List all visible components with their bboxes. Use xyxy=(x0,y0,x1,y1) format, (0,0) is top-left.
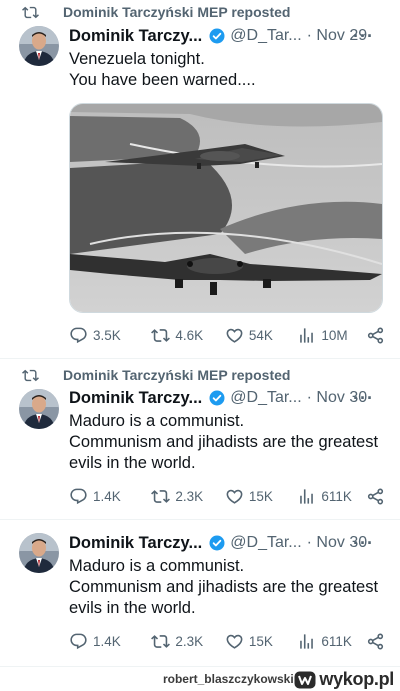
avatar[interactable] xyxy=(19,26,59,66)
verified-badge-icon xyxy=(209,28,225,44)
views-icon xyxy=(300,633,314,649)
views-button[interactable]: 10M xyxy=(297,326,366,345)
share-icon xyxy=(367,327,384,343)
tweet-header: Dominik Tarczy... @D_Tar... · Nov 29 ··· xyxy=(69,25,390,47)
views-button[interactable]: 611K xyxy=(297,632,366,651)
more-icon[interactable]: ··· xyxy=(353,388,374,409)
tweet-text-line: evils in the world. xyxy=(69,454,196,472)
tweet-text-line: You have been warned.... xyxy=(69,71,256,89)
repost-button[interactable]: 2.3K xyxy=(151,487,225,506)
repost-label[interactable]: Dominik Tarczyński MEP reposted xyxy=(63,4,290,20)
action-bar: 1.4K 2.3K 15K 611K xyxy=(69,630,385,652)
repost-label[interactable]: Dominik Tarczyński MEP reposted xyxy=(63,367,290,383)
reply-button[interactable]: 3.5K xyxy=(69,326,151,345)
like-icon xyxy=(226,328,243,343)
tweet-header: Dominik Tarczy... @D_Tar... · Nov 30 ··· xyxy=(69,532,390,554)
handle[interactable]: @D_Tar... xyxy=(230,27,301,45)
verified-badge-icon xyxy=(209,535,225,551)
like-button[interactable]: 54K xyxy=(225,326,298,345)
like-button[interactable]: 15K xyxy=(225,632,298,651)
repost-icon xyxy=(151,489,171,503)
action-bar: 3.5K 4.6K 54K 10M xyxy=(69,324,385,346)
views-count: 10M xyxy=(321,327,348,343)
more-icon[interactable]: ··· xyxy=(353,533,374,554)
tweet-1[interactable]: Dominik Tarczyński MEP reposted Dominik … xyxy=(0,0,400,358)
repost-indicator: Dominik Tarczyński MEP reposted xyxy=(22,365,290,385)
tweet-image[interactable] xyxy=(69,103,383,313)
reply-count: 1.4K xyxy=(93,633,121,649)
repost-button[interactable]: 4.6K xyxy=(151,326,225,345)
repost-icon xyxy=(151,328,171,342)
display-name[interactable]: Dominik Tarczy... xyxy=(69,534,202,553)
reply-icon xyxy=(70,488,87,504)
views-button[interactable]: 611K xyxy=(297,487,366,506)
reply-count: 3.5K xyxy=(93,327,121,343)
repost-button[interactable]: 2.3K xyxy=(151,632,225,651)
share-button[interactable] xyxy=(366,487,385,506)
like-icon xyxy=(226,634,243,649)
more-icon[interactable]: ··· xyxy=(353,26,374,47)
watermark-username: robert_blaszczykowski z xyxy=(162,672,303,686)
repost-count: 2.3K xyxy=(175,488,204,504)
tweet-text-line: Communism and jihadists are the greatest xyxy=(69,578,379,596)
reply-button[interactable]: 1.4K xyxy=(69,632,151,651)
views-count: 611K xyxy=(321,633,352,649)
tweet-2[interactable]: Dominik Tarczyński MEP reposted Dominik … xyxy=(0,359,400,519)
views-icon xyxy=(300,327,314,343)
share-button[interactable] xyxy=(366,326,385,345)
views-count: 611K xyxy=(321,488,352,504)
like-icon xyxy=(226,489,243,504)
repost-indicator: Dominik Tarczyński MEP reposted xyxy=(22,2,290,22)
tweet-text: Maduro is a communist. Communism and jih… xyxy=(69,556,386,619)
reply-count: 1.4K xyxy=(93,488,121,504)
repost-icon xyxy=(151,634,171,648)
reply-icon xyxy=(70,327,87,343)
handle[interactable]: @D_Tar... xyxy=(230,389,301,407)
like-count: 15K xyxy=(248,488,273,504)
share-icon xyxy=(367,633,384,649)
like-count: 15K xyxy=(248,633,273,649)
like-count: 54K xyxy=(248,327,273,343)
repost-icon xyxy=(22,6,39,18)
tweet-text: Maduro is a communist. Communism and jih… xyxy=(69,411,386,474)
display-name[interactable]: Dominik Tarczy... xyxy=(69,389,202,408)
views-icon xyxy=(300,488,314,504)
reply-icon xyxy=(70,633,87,649)
display-name[interactable]: Dominik Tarczy... xyxy=(69,27,202,46)
wykop-logo-icon xyxy=(294,671,316,688)
avatar[interactable] xyxy=(19,389,59,429)
tweet-text-line: Venezuela tonight. xyxy=(69,50,205,68)
tweet-3[interactable]: Dominik Tarczy... @D_Tar... · Nov 30 ···… xyxy=(0,520,400,666)
reply-button[interactable]: 1.4K xyxy=(69,487,151,506)
tweet-text: Venezuela tonight. You have been warned.… xyxy=(69,49,386,91)
action-bar: 1.4K 2.3K 15K 611K xyxy=(69,485,385,507)
tweet-text-line: Maduro is a communist. xyxy=(69,412,245,430)
tweet-text-line: Communism and jihadists are the greatest xyxy=(69,433,379,451)
tweet-text-line: Maduro is a communist. xyxy=(69,557,245,575)
verified-badge-icon xyxy=(209,390,225,406)
share-button[interactable] xyxy=(366,632,385,651)
tweet-text-line: evils in the world. xyxy=(69,599,196,617)
wykop-site-name: wykop.pl xyxy=(319,669,394,689)
repost-count: 4.6K xyxy=(175,327,204,343)
repost-count: 2.3K xyxy=(175,633,204,649)
avatar[interactable] xyxy=(19,533,59,573)
share-icon xyxy=(367,488,384,504)
repost-icon xyxy=(22,369,39,381)
like-button[interactable]: 15K xyxy=(225,487,298,506)
watermark-bar: robert_blaszczykowski z wykop.pl xyxy=(0,666,400,691)
tweet-header: Dominik Tarczy... @D_Tar... · Nov 30 ··· xyxy=(69,387,390,409)
wykop-logo: wykop.pl xyxy=(294,669,394,690)
handle[interactable]: @D_Tar... xyxy=(230,534,301,552)
